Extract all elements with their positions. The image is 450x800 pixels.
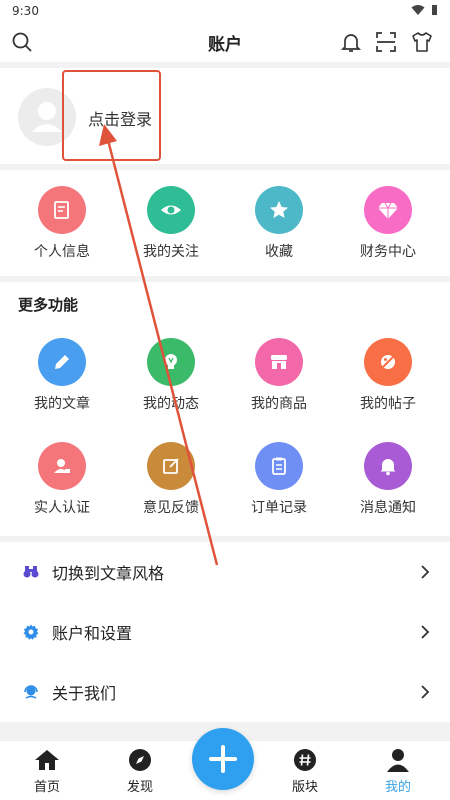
tab-home[interactable]: 首页 [2, 747, 92, 795]
feature-order-history[interactable]: 订单记录 [225, 442, 333, 517]
gear-icon [22, 623, 40, 641]
store-icon [255, 338, 303, 386]
battery-icon [432, 5, 437, 15]
feature-notifications[interactable]: 消息通知 [334, 442, 442, 517]
feature-my-articles[interactable]: 我的文章 [8, 338, 116, 413]
binoculars-icon [22, 563, 40, 581]
list-item-label: 切换到文章风格 [52, 564, 165, 583]
status-bar: 9:30 [0, 0, 450, 22]
list-item-about-us[interactable]: 关于我们 [0, 662, 450, 722]
clipboard-icon [255, 442, 303, 490]
list-item-label: 账户和设置 [52, 624, 133, 643]
quick-link-label: 个人信息 [34, 244, 90, 260]
list-item-account-settings[interactable]: 账户和设置 [0, 602, 450, 662]
tab-label: 首页 [33, 780, 60, 795]
feature-my-products[interactable]: 我的商品 [225, 338, 333, 413]
create-post-button[interactable] [192, 728, 254, 790]
feature-label: 订单记录 [251, 500, 307, 516]
section-title: 更多功能 [18, 296, 79, 314]
shirt-icon[interactable] [410, 30, 434, 54]
system-icons [411, 4, 438, 16]
home-icon [34, 747, 60, 773]
more-functions: 更多功能 我的文章 我的动态 我的商品 我的帖子 实人认证 意见反馈 订单记录 … [0, 282, 450, 536]
tab-label: 版块 [291, 780, 318, 795]
quick-link-label: 收藏 [265, 244, 293, 260]
feature-feedback[interactable]: 意见反馈 [117, 442, 225, 517]
quick-link-following[interactable]: 我的关注 [117, 186, 225, 261]
chevron-right-icon [421, 625, 430, 639]
quick-link-personal-info[interactable]: 个人信息 [8, 186, 116, 261]
list-item-article-style[interactable]: 切换到文章风格 [0, 542, 450, 602]
feature-my-updates[interactable]: 我的动态 [117, 338, 225, 413]
feedback-icon [147, 442, 195, 490]
user-icon [385, 747, 411, 773]
tab-mine[interactable]: 我的 [353, 747, 443, 795]
compass-icon [127, 747, 153, 773]
app-header: 账户 [0, 22, 450, 62]
feature-label: 我的动态 [143, 396, 199, 412]
tab-discover[interactable]: 发现 [95, 747, 185, 795]
feature-label: 消息通知 [360, 500, 416, 516]
tab-sections[interactable]: 版块 [260, 747, 350, 795]
quick-links: 个人信息 我的关注 收藏 财务中心 [0, 170, 450, 276]
feature-label: 我的文章 [34, 396, 90, 412]
edit-note-icon [38, 186, 86, 234]
scan-icon[interactable] [374, 30, 398, 54]
pencil-icon [38, 338, 86, 386]
diamond-icon [364, 186, 412, 234]
tab-label: 发现 [126, 780, 153, 795]
slash-circle-icon [364, 338, 412, 386]
feature-verification[interactable]: 实人认证 [8, 442, 116, 517]
quick-link-finance[interactable]: 财务中心 [334, 186, 442, 261]
feature-label: 我的商品 [251, 396, 307, 412]
list-item-label: 关于我们 [52, 684, 117, 703]
bell-icon[interactable] [339, 30, 363, 54]
tab-label: 我的 [384, 780, 411, 795]
feature-label: 实人认证 [34, 500, 90, 516]
chevron-right-icon [421, 685, 430, 699]
wifi-icon [411, 5, 425, 15]
login-highlight-box [62, 70, 161, 161]
plus-icon [209, 745, 237, 773]
support-icon [22, 683, 40, 701]
quick-link-favorites[interactable]: 收藏 [225, 186, 333, 261]
chevron-right-icon [421, 565, 430, 579]
eye-icon [147, 186, 195, 234]
id-card-icon [38, 442, 86, 490]
feature-my-posts[interactable]: 我的帖子 [334, 338, 442, 413]
feature-label: 意见反馈 [143, 500, 199, 516]
lightbulb-icon [147, 338, 195, 386]
status-time: 9:30 [12, 4, 39, 18]
bell-icon [364, 442, 412, 490]
quick-link-label: 财务中心 [360, 244, 416, 260]
quick-link-label: 我的关注 [143, 244, 199, 260]
star-icon [255, 186, 303, 234]
hashtag-icon [292, 747, 318, 773]
feature-label: 我的帖子 [360, 396, 416, 412]
settings-list: 切换到文章风格 账户和设置 关于我们 [0, 542, 450, 722]
